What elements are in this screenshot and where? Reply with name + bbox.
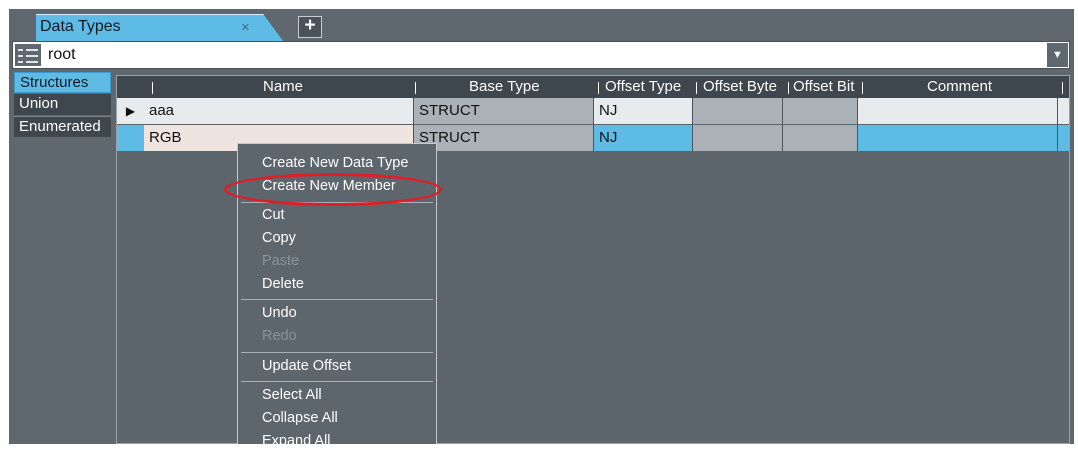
tab-title: Data Types bbox=[40, 18, 121, 35]
highlight-ring bbox=[224, 173, 442, 206]
column-base-type[interactable]: Base Type bbox=[469, 76, 540, 98]
menu-separator bbox=[241, 352, 433, 353]
cell-offset-type[interactable]: NJ bbox=[594, 98, 693, 124]
cell-comment[interactable] bbox=[858, 125, 1058, 151]
cell-name[interactable]: aaa bbox=[144, 98, 414, 124]
cell-comment[interactable] bbox=[858, 98, 1058, 124]
menu-undo[interactable]: Undo bbox=[262, 305, 297, 321]
row-expand-icon[interactable]: ▶ bbox=[117, 98, 144, 124]
root-selector[interactable]: root ▼ bbox=[12, 41, 1070, 69]
cell-offset-byte[interactable] bbox=[693, 98, 783, 124]
chevron-down-icon[interactable]: ▼ bbox=[1047, 43, 1068, 67]
cell-base-type[interactable]: STRUCT bbox=[414, 125, 594, 151]
close-icon[interactable]: × bbox=[241, 19, 250, 36]
table-row[interactable]: ▶ aaa STRUCT NJ bbox=[117, 98, 1069, 125]
tree-list-icon bbox=[15, 44, 41, 66]
menu-delete[interactable]: Delete bbox=[262, 276, 304, 292]
column-offset-byte[interactable]: Offset Byte bbox=[703, 76, 777, 98]
cell-offset-bit[interactable] bbox=[783, 125, 858, 151]
cell-offset-byte[interactable] bbox=[693, 125, 783, 151]
column-offset-bit[interactable]: Offset Bit bbox=[793, 76, 854, 98]
row-marker bbox=[117, 125, 144, 151]
column-offset-type[interactable]: Offset Type bbox=[605, 76, 681, 98]
table-header: Name Base Type Offset Type Offset Byte O… bbox=[117, 76, 1069, 98]
category-union[interactable]: Union bbox=[14, 94, 111, 115]
menu-cut[interactable]: Cut bbox=[262, 207, 285, 223]
menu-paste: Paste bbox=[262, 253, 300, 269]
tab-data-types[interactable]: Data Types × bbox=[36, 14, 283, 41]
data-types-window: Data Types × + root ▼ Structures Union E… bbox=[9, 9, 1074, 449]
column-name[interactable]: Name bbox=[263, 76, 303, 98]
menu-redo: Redo bbox=[262, 328, 297, 344]
menu-copy[interactable]: Copy bbox=[262, 230, 296, 246]
add-tab-button[interactable]: + bbox=[298, 16, 322, 38]
root-value: root bbox=[48, 46, 76, 63]
cell-offset-bit[interactable] bbox=[783, 98, 858, 124]
column-comment[interactable]: Comment bbox=[927, 76, 992, 98]
category-structures[interactable]: Structures bbox=[14, 72, 111, 93]
menu-expand-all[interactable]: Expand All bbox=[262, 433, 331, 449]
menu-separator bbox=[241, 381, 433, 382]
menu-separator bbox=[241, 299, 433, 300]
cell-base-type[interactable]: STRUCT bbox=[414, 98, 594, 124]
menu-select-all[interactable]: Select All bbox=[262, 387, 322, 403]
category-enumerated[interactable]: Enumerated bbox=[14, 116, 111, 137]
menu-create-new-data-type[interactable]: Create New Data Type bbox=[262, 155, 408, 171]
cell-offset-type[interactable]: NJ bbox=[594, 125, 693, 151]
menu-update-offset[interactable]: Update Offset bbox=[262, 358, 351, 374]
tab-strip: Data Types × + bbox=[9, 9, 1074, 41]
menu-collapse-all[interactable]: Collapse All bbox=[262, 410, 338, 426]
